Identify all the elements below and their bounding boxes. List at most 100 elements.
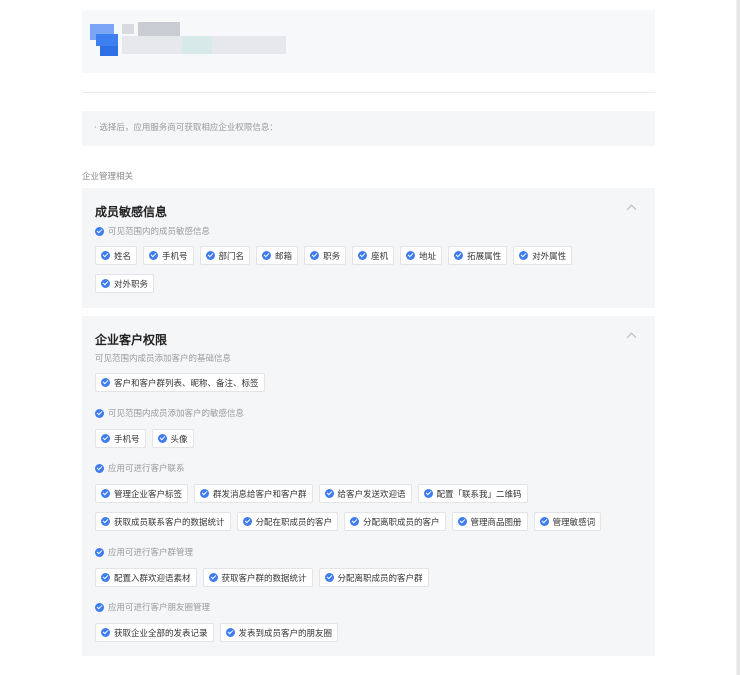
member-sensitive-card: 成员敏感信息 可见范围内的成员敏感信息 姓名 手机号 部门名 邮箱 职务 座机 … — [82, 188, 655, 308]
check-circle-icon — [225, 628, 235, 637]
check-circle-icon — [95, 463, 104, 473]
check-circle-icon — [101, 378, 110, 387]
permission-tag[interactable]: 获取客户群的数据统计 — [202, 568, 313, 587]
section-label: 可见范围内成员添加客户的敏感信息 — [95, 407, 244, 419]
permission-tag[interactable]: 配置「联系我」二维码 — [417, 484, 528, 503]
app-desc-blurred — [182, 36, 212, 54]
section-label-text: 应用可进行客户联系 — [108, 464, 185, 474]
check-circle-icon — [519, 251, 529, 260]
permission-tag-label: 对外职务 — [114, 279, 149, 290]
check-circle-icon — [95, 547, 104, 557]
permission-tag-label: 姓名 — [114, 251, 132, 262]
check-circle-icon — [324, 573, 334, 582]
permission-tag-label: 分配在职成员的客户 — [255, 517, 333, 528]
section-label-text: 可见范围内成员添加客户的敏感信息 — [108, 409, 245, 419]
check-circle-icon — [358, 251, 368, 260]
permission-tag-label: 获取客户群的数据统计 — [221, 573, 307, 584]
permission-tag[interactable]: 手机号 — [95, 429, 146, 448]
section-label: 应用可进行客户群管理 — [95, 546, 193, 558]
permission-tag-label: 客户和客户群列表、昵称、备注、标签 — [114, 378, 259, 389]
permission-tag[interactable]: 管理商品图册 — [451, 512, 528, 531]
permission-tag[interactable]: 分配离职成员的客户 — [344, 512, 446, 531]
permission-tag-label: 管理敏感词 — [552, 517, 596, 528]
section-label-text: 可见范围内成员添加客户的基础信息 — [95, 354, 232, 364]
permission-tag[interactable]: 拓展属性 — [448, 246, 508, 265]
permission-tag[interactable]: 头像 — [151, 429, 194, 448]
permission-tag[interactable]: 对外职务 — [95, 274, 155, 293]
permission-tag[interactable]: 座机 — [352, 246, 395, 265]
tag-row: 姓名 手机号 部门名 邮箱 职务 座机 地址 拓展属性 对外属性 — [95, 246, 573, 265]
check-circle-icon — [101, 434, 110, 443]
permission-tag[interactable]: 地址 — [400, 246, 443, 265]
permission-tag[interactable]: 给客户发送欢迎语 — [318, 484, 412, 503]
chevron-up-icon[interactable] — [626, 332, 637, 343]
permission-tag[interactable]: 手机号 — [143, 246, 194, 265]
check-circle-icon — [101, 251, 110, 260]
permission-tag[interactable]: 分配离职成员的客户群 — [318, 568, 429, 587]
permission-tag[interactable]: 对外属性 — [513, 246, 573, 265]
app-name-blurred — [138, 22, 180, 36]
permission-tag-label: 分配离职成员的客户 — [363, 517, 440, 528]
permission-notice: · 选择后，应用服务商可获取相应企业权限信息： — [82, 111, 655, 146]
permission-tag-label: 配置入群欢迎语素材 — [114, 573, 191, 584]
check-circle-icon — [406, 251, 416, 260]
permission-tag-label: 手机号 — [162, 251, 188, 262]
permission-tag[interactable]: 客户和客户群列表、昵称、备注、标签 — [95, 373, 265, 392]
check-circle-icon — [205, 251, 215, 260]
group-label: 企业管理相关 — [82, 172, 134, 182]
permission-tag-label: 群发消息给客户和客户群 — [213, 489, 307, 500]
check-circle-icon — [242, 517, 252, 526]
permission-tag-label: 对外属性 — [532, 251, 567, 262]
permission-tag[interactable]: 配置入群欢迎语素材 — [95, 568, 197, 587]
permission-tag[interactable]: 姓名 — [95, 246, 138, 265]
check-circle-icon — [350, 517, 360, 526]
permission-tag-label: 配置「联系我」二维码 — [436, 489, 522, 500]
permission-tag[interactable]: 职务 — [304, 246, 347, 265]
permission-tag[interactable]: 发表到成员客户的朋友圈 — [219, 623, 339, 642]
check-circle-icon — [262, 251, 272, 260]
card-title: 企业客户权限 — [95, 333, 168, 347]
check-circle-icon — [324, 489, 334, 498]
check-circle-icon — [454, 251, 464, 260]
check-circle-icon — [208, 573, 218, 582]
check-circle-icon — [101, 628, 110, 637]
app-name-blurred — [122, 24, 134, 34]
app-info-header — [82, 10, 655, 73]
permission-tag[interactable]: 部门名 — [199, 246, 251, 265]
permission-tag-label: 邮箱 — [275, 251, 293, 262]
check-circle-icon — [101, 279, 110, 288]
check-circle-icon — [149, 251, 159, 260]
permission-tag-label: 职务 — [323, 251, 341, 262]
permission-tag-label: 给客户发送欢迎语 — [337, 489, 406, 500]
check-circle-icon — [539, 517, 549, 526]
check-circle-icon — [157, 434, 167, 443]
tag-row: 配置入群欢迎语素材 获取客户群的数据统计 分配离职成员的客户群 — [95, 568, 429, 587]
permission-tag[interactable]: 分配在职成员的客户 — [236, 512, 339, 531]
permission-tag[interactable]: 群发消息给客户和客户群 — [194, 484, 313, 503]
permission-tag[interactable]: 邮箱 — [256, 246, 299, 265]
check-circle-icon — [101, 489, 110, 498]
permission-tag[interactable]: 管理敏感词 — [533, 512, 602, 531]
tag-row: 手机号 头像 — [95, 429, 194, 448]
permission-tag-label: 发表到成员客户的朋友圈 — [238, 628, 333, 639]
permission-tag[interactable]: 获取成员联系客户的数据统计 — [95, 512, 231, 531]
check-circle-icon — [95, 602, 104, 612]
tag-row: 对外职务 — [95, 274, 155, 293]
permission-tag-label: 获取企业全部的发表记录 — [114, 628, 208, 639]
card-title: 成员敏感信息 — [95, 205, 168, 219]
section-label-text: 应用可进行客户群管理 — [108, 548, 194, 558]
section-label: 可见范围内成员添加客户的基础信息 — [95, 352, 231, 364]
check-circle-icon — [200, 489, 210, 498]
permission-tag-label: 管理商品图册 — [470, 517, 522, 528]
permission-tag[interactable]: 获取企业全部的发表记录 — [95, 623, 214, 642]
permission-tag-label: 管理企业客户标签 — [114, 489, 183, 500]
check-circle-icon — [95, 226, 104, 236]
permission-tag-label: 头像 — [170, 434, 188, 445]
section-label-text: 应用可进行客户朋友圈管理 — [108, 603, 211, 613]
permission-tag[interactable]: 管理企业客户标签 — [95, 484, 189, 503]
check-circle-icon — [95, 408, 104, 418]
section-label-text: 可见范围内的成员敏感信息 — [108, 227, 211, 237]
permission-tag-label: 部门名 — [218, 251, 245, 262]
chevron-up-icon[interactable] — [626, 204, 637, 215]
permission-tag-label: 地址 — [419, 251, 437, 262]
